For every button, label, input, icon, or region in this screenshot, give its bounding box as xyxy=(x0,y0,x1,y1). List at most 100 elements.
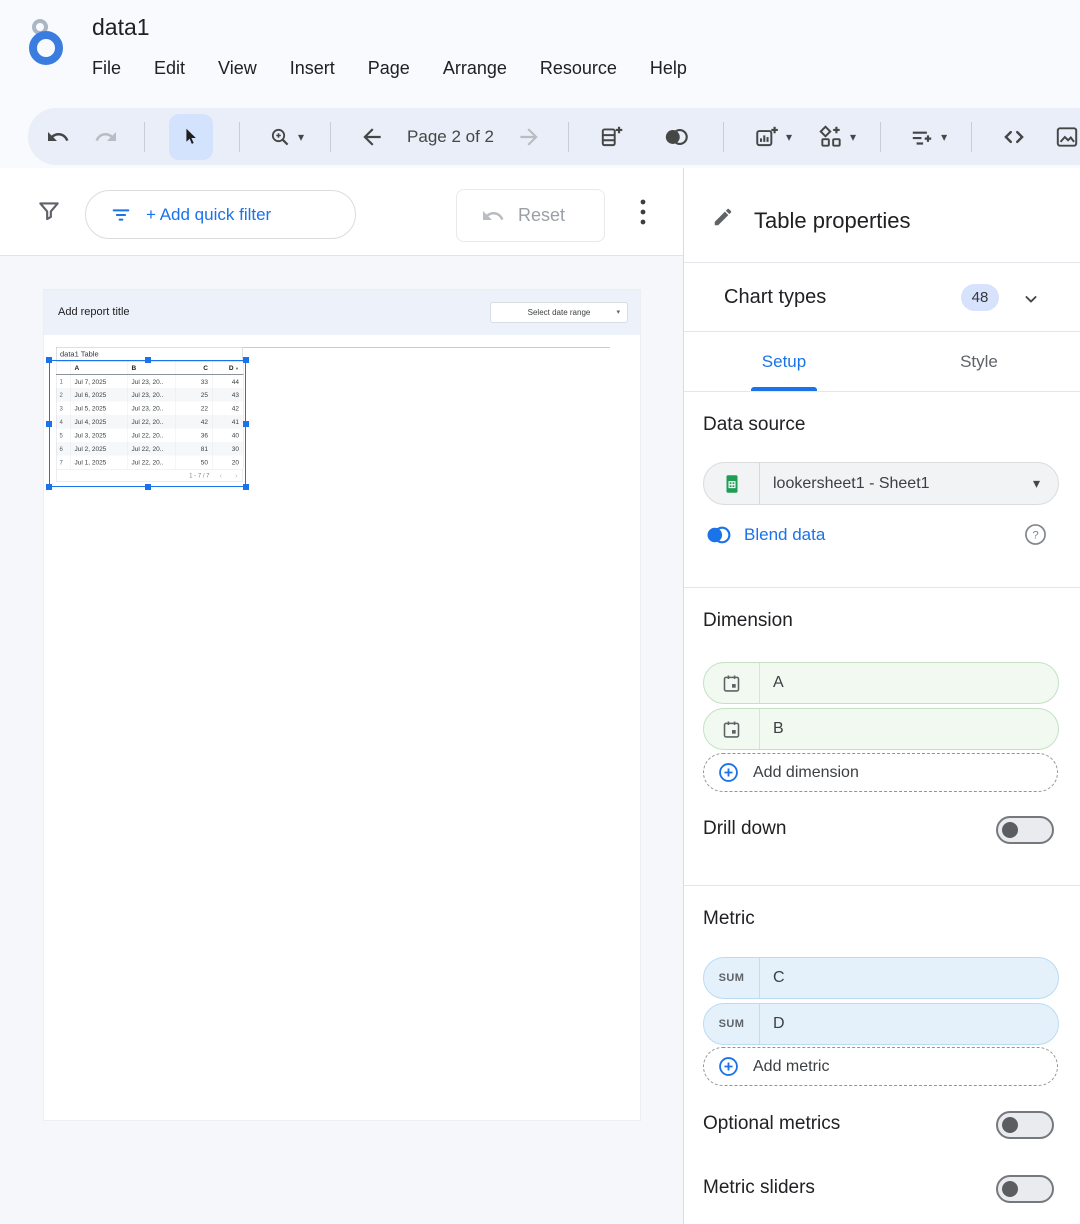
quick-filter-bar: + Add quick filter Reset xyxy=(0,168,683,256)
drill-down-toggle[interactable] xyxy=(996,816,1054,844)
toolbar-divider xyxy=(880,122,881,152)
menu-item-view[interactable]: View xyxy=(218,58,257,79)
pagination-next-icon[interactable]: › xyxy=(235,471,238,480)
table-chart[interactable]: data1 Table ABCD▼ 1Jul 7, 2025Jul 23, 20… xyxy=(56,347,243,482)
menu-item-help[interactable]: Help xyxy=(650,58,687,79)
selection-handle[interactable] xyxy=(243,484,249,490)
selection-handle[interactable] xyxy=(46,421,52,427)
date-range-control[interactable]: Select date range ▾ xyxy=(490,302,628,323)
add-chart-button[interactable]: ▾ xyxy=(754,124,792,150)
menu-item-file[interactable]: File xyxy=(92,58,121,79)
toggle-knob xyxy=(1002,822,1018,838)
add-quick-filter-button[interactable]: + Add quick filter xyxy=(85,190,356,239)
blend-data-button[interactable] xyxy=(661,124,691,150)
metric-sliders-toggle[interactable] xyxy=(996,1175,1054,1203)
add-metric-button[interactable]: Add metric xyxy=(703,1047,1058,1086)
optional-metrics-row: Optional metrics xyxy=(684,1109,1080,1143)
selection-handle[interactable] xyxy=(243,357,249,363)
redo-button[interactable] xyxy=(94,125,118,149)
row-number: 6 xyxy=(56,442,70,456)
active-tab-indicator xyxy=(751,387,817,391)
table-cell: 41 xyxy=(212,415,243,429)
metric-heading: Metric xyxy=(703,908,755,930)
pagination-prev-icon[interactable]: ‹ xyxy=(220,471,223,480)
table-cell: 22 xyxy=(175,402,212,416)
tab-setup[interactable]: Setup xyxy=(734,332,834,392)
data-source-name: lookersheet1 - Sheet1 xyxy=(773,475,930,493)
blend-data-link[interactable]: Blend data xyxy=(744,525,825,545)
table-cell: Jul 22, 20.. xyxy=(127,442,175,456)
table-row: 4Jul 4, 2025Jul 22, 20..4241 xyxy=(56,415,243,429)
chart-types-row[interactable]: Chart types 48 xyxy=(684,264,1080,332)
column-header-c[interactable]: C xyxy=(175,362,212,375)
pencil-icon xyxy=(712,206,734,228)
select-tool-button[interactable] xyxy=(169,114,213,160)
previous-page-button[interactable] xyxy=(359,124,385,150)
row-number: 4 xyxy=(56,415,70,429)
table-cell: Jul 4, 2025 xyxy=(70,415,127,429)
toolbar-divider xyxy=(330,122,331,152)
menu-item-edit[interactable]: Edit xyxy=(154,58,185,79)
table-cell: 44 xyxy=(212,375,243,389)
more-options-icon[interactable] xyxy=(636,197,650,227)
add-page-button[interactable] xyxy=(599,124,625,150)
selection-handle[interactable] xyxy=(243,421,249,427)
plus-circle-icon xyxy=(717,761,740,784)
table-pagination: 1 - 7 / 7 ‹ › xyxy=(56,469,243,482)
toggle-knob xyxy=(1002,1181,1018,1197)
row-number: 1 xyxy=(56,375,70,389)
chevron-down-icon[interactable] xyxy=(1020,288,1042,310)
table-cell: Jul 3, 2025 xyxy=(70,429,127,443)
dimension-field-a[interactable]: A xyxy=(703,662,1059,704)
menu-item-arrange[interactable]: Arrange xyxy=(443,58,507,79)
selection-handle[interactable] xyxy=(46,484,52,490)
selection-handle[interactable] xyxy=(145,484,151,490)
add-image-button[interactable] xyxy=(1054,124,1080,150)
selection-handle[interactable] xyxy=(46,357,52,363)
filter-funnel-icon[interactable] xyxy=(36,198,62,224)
add-dimension-button[interactable]: Add dimension xyxy=(703,753,1058,792)
data-source-heading: Data source xyxy=(703,414,805,436)
table-row: 1Jul 7, 2025Jul 23, 20..3344 xyxy=(56,375,243,389)
section-divider xyxy=(684,885,1080,886)
properties-panel: Table properties Chart types 48 Setup St… xyxy=(683,168,1080,1224)
menu-item-insert[interactable]: Insert xyxy=(290,58,335,79)
document-title[interactable]: data1 xyxy=(92,14,150,41)
metric-field-c[interactable]: SUM C xyxy=(703,957,1059,999)
add-filter-button[interactable]: ▾ xyxy=(909,124,947,150)
dimension-field-b[interactable]: B xyxy=(703,708,1059,750)
add-quick-filter-label: + Add quick filter xyxy=(146,205,271,225)
page-indicator[interactable]: Page 2 of 2 xyxy=(407,127,494,147)
optional-metrics-toggle[interactable] xyxy=(996,1111,1054,1139)
table-cell: Jul 22, 20.. xyxy=(127,415,175,429)
table-cell: Jul 5, 2025 xyxy=(70,402,127,416)
report-page[interactable]: Add report title Select date range ▾ dat… xyxy=(44,290,640,1120)
undo-button[interactable] xyxy=(46,125,70,149)
toolbar-divider xyxy=(568,122,569,152)
embed-code-button[interactable] xyxy=(1000,124,1028,150)
next-page-button[interactable] xyxy=(516,124,542,150)
data-source-selector[interactable]: lookersheet1 - Sheet1 ▾ xyxy=(703,462,1059,505)
sum-aggregation-chip[interactable]: SUM xyxy=(704,1004,760,1044)
metric-field-d[interactable]: SUM D xyxy=(703,1003,1059,1045)
help-icon[interactable]: ? xyxy=(1023,522,1048,547)
menu-item-resource[interactable]: Resource xyxy=(540,58,617,79)
sum-aggregation-chip[interactable]: SUM xyxy=(704,958,760,998)
menu-item-page[interactable]: Page xyxy=(368,58,410,79)
table-row: 7Jul 1, 2025Jul 22, 20..5020 xyxy=(56,456,243,470)
table-cell: Jul 22, 20.. xyxy=(127,429,175,443)
column-header-d[interactable]: D▼ xyxy=(212,362,243,375)
zoom-tool-button[interactable]: ▾ xyxy=(268,125,304,149)
tab-style[interactable]: Style xyxy=(929,332,1029,392)
metric-field-label: C xyxy=(773,969,785,987)
report-canvas[interactable]: Add report title Select date range ▾ dat… xyxy=(0,256,683,1224)
column-header-a[interactable]: A xyxy=(70,362,127,375)
table-row: 2Jul 6, 2025Jul 23, 20..2543 xyxy=(56,388,243,402)
report-title-placeholder[interactable]: Add report title xyxy=(58,306,130,318)
table-cell: 36 xyxy=(175,429,212,443)
looker-studio-logo-icon[interactable] xyxy=(26,18,68,68)
reset-button[interactable]: Reset xyxy=(456,189,605,242)
add-control-button[interactable]: ▾ xyxy=(818,124,856,150)
table-cell: Jul 23, 20.. xyxy=(127,375,175,389)
column-header-b[interactable]: B xyxy=(127,362,175,375)
